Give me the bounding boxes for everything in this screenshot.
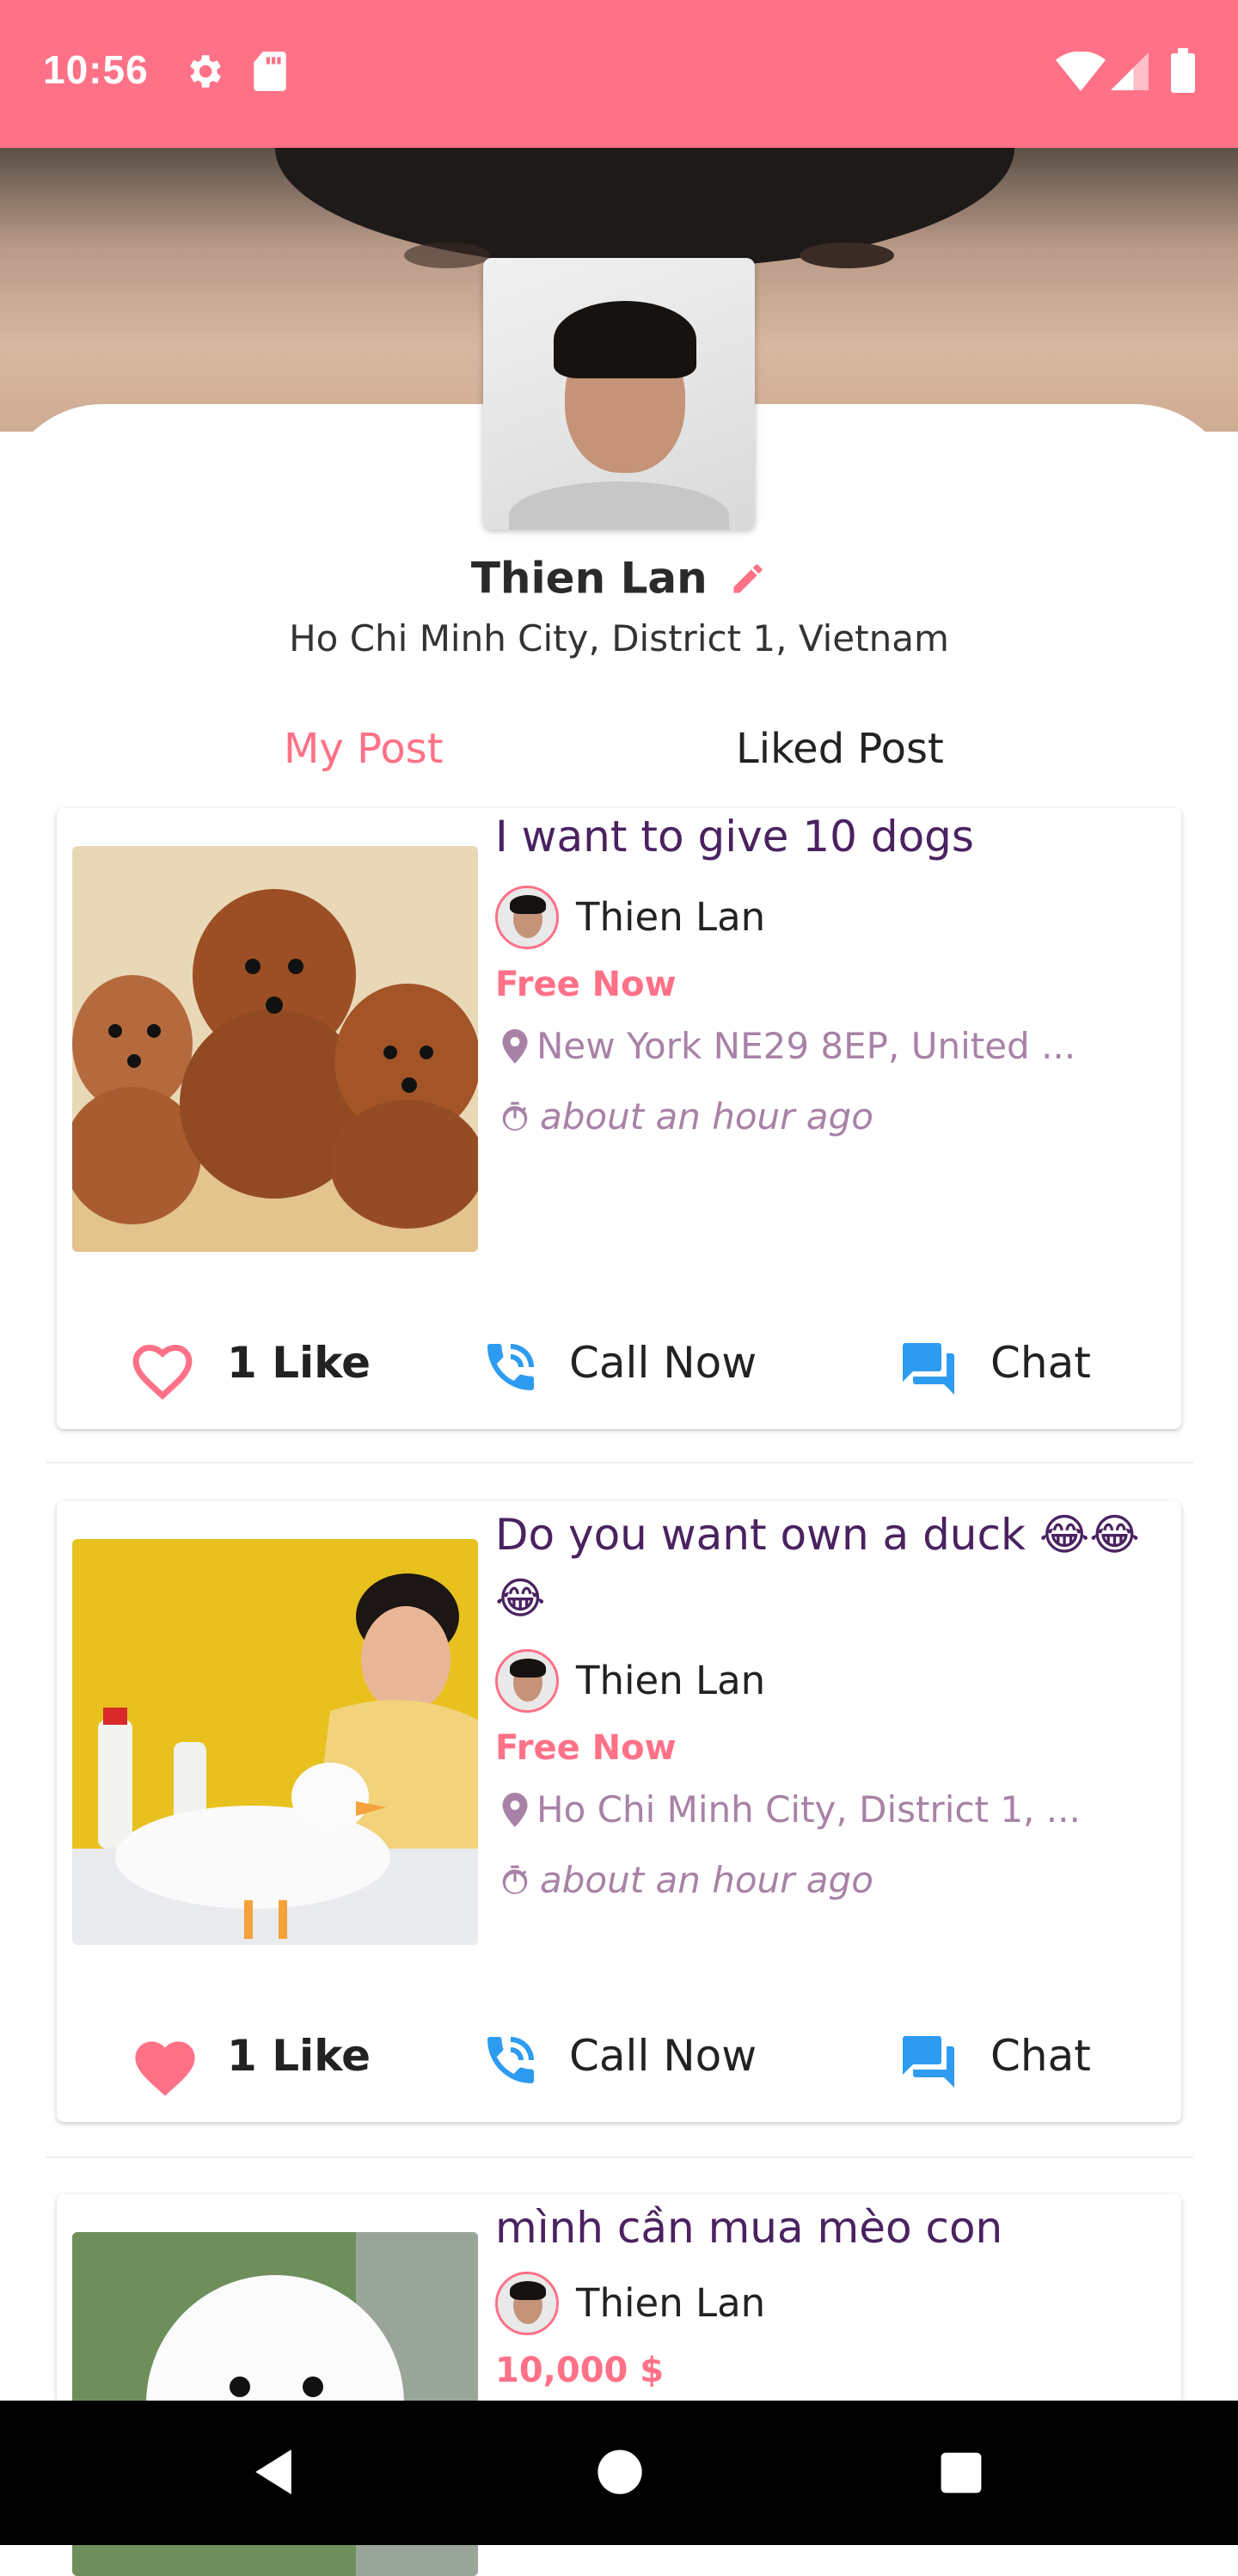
chat-icon [903,2036,954,2088]
sd-card-icon [251,50,289,96]
stopwatch-icon [502,1865,528,1894]
divider [46,2156,1193,2158]
heart-outline-icon[interactable] [129,1340,196,1400]
like-count: 1 Like [227,2031,371,2081]
post-time-row: about an hour ago [499,1095,873,1138]
phone-call-icon [487,2037,534,2083]
post-price: 10,000 $ [495,2351,665,2390]
profile-avatar[interactable] [483,258,755,530]
post-location-row: Ho Chi Minh City, District 1, ... [502,1788,1081,1831]
profile-name: Thien Lan [470,553,708,604]
post-card[interactable]: I want to give 10 dogs Thien Lan Free No… [57,808,1181,1429]
call-now-label: Call Now [569,2031,757,2081]
phone-call-icon [487,1344,534,1390]
post-image-dogs[interactable] [72,846,478,1252]
post-image-duck[interactable] [72,1539,478,1945]
divider [46,1462,1193,1463]
wifi-icon [1056,51,1106,95]
edit-pencil-icon[interactable] [729,560,767,598]
post-time-row: about an hour ago [499,1859,873,1901]
navigation-bar [0,2401,1238,2545]
profile-name-row: Thien Lan [0,550,1238,604]
tab-my-post[interactable]: My Post [284,725,444,773]
post-actions: 1 Like Call Now Chat [57,2017,1181,2098]
post-time: about an hour ago [540,1859,873,1901]
author-avatar [495,1649,559,1713]
signal-icon [1111,52,1149,95]
author-avatar [495,2272,559,2335]
gear-icon [182,50,225,96]
heart-filled-icon[interactable] [129,2033,201,2098]
profile-location: Ho Chi Minh City, District 1, Vietnam [289,617,949,659]
home-icon[interactable] [597,2449,643,2499]
post-location: New York NE29 8EP, United ... [536,1025,1076,1067]
status-time: 10:56 [43,47,149,92]
location-pin-icon [502,1793,528,1827]
post-price: Free Now [495,1728,677,1768]
post-location: Ho Chi Minh City, District 1, ... [536,1788,1081,1831]
post-card[interactable]: Do you want own a duck 😂😂😂 Thien Lan Fre… [57,1501,1181,2122]
post-title[interactable]: mình cần mua mèo con [495,2196,1166,2260]
battery-icon [1171,48,1195,96]
stopwatch-icon [502,1101,528,1131]
location-pin-icon [502,1029,528,1064]
recents-icon[interactable] [939,2450,984,2499]
post-price: Free Now [495,965,677,1004]
chat-icon [903,1343,954,1395]
post-location-row: New York NE29 8EP, United ... [502,1025,1076,1067]
back-icon[interactable] [251,2447,296,2500]
author-avatar [495,886,559,949]
tab-liked-post[interactable]: Liked Post [736,725,944,773]
chat-label: Chat [990,2031,1091,2081]
post-title[interactable]: Do you want own a duck 😂😂😂 [495,1503,1166,1630]
post-time: about an hour ago [540,1095,873,1138]
like-count: 1 Like [227,1338,371,1388]
call-now-label: Call Now [569,1338,757,1388]
post-author: Thien Lan [576,894,766,940]
status-bar: 10:56 [0,0,1238,148]
post-actions: 1 Like Call Now Chat [57,1324,1181,1401]
chat-label: Chat [990,1338,1091,1388]
post-title[interactable]: I want to give 10 dogs [495,805,1166,868]
post-author: Thien Lan [576,1658,766,1703]
post-author: Thien Lan [576,2280,766,2326]
